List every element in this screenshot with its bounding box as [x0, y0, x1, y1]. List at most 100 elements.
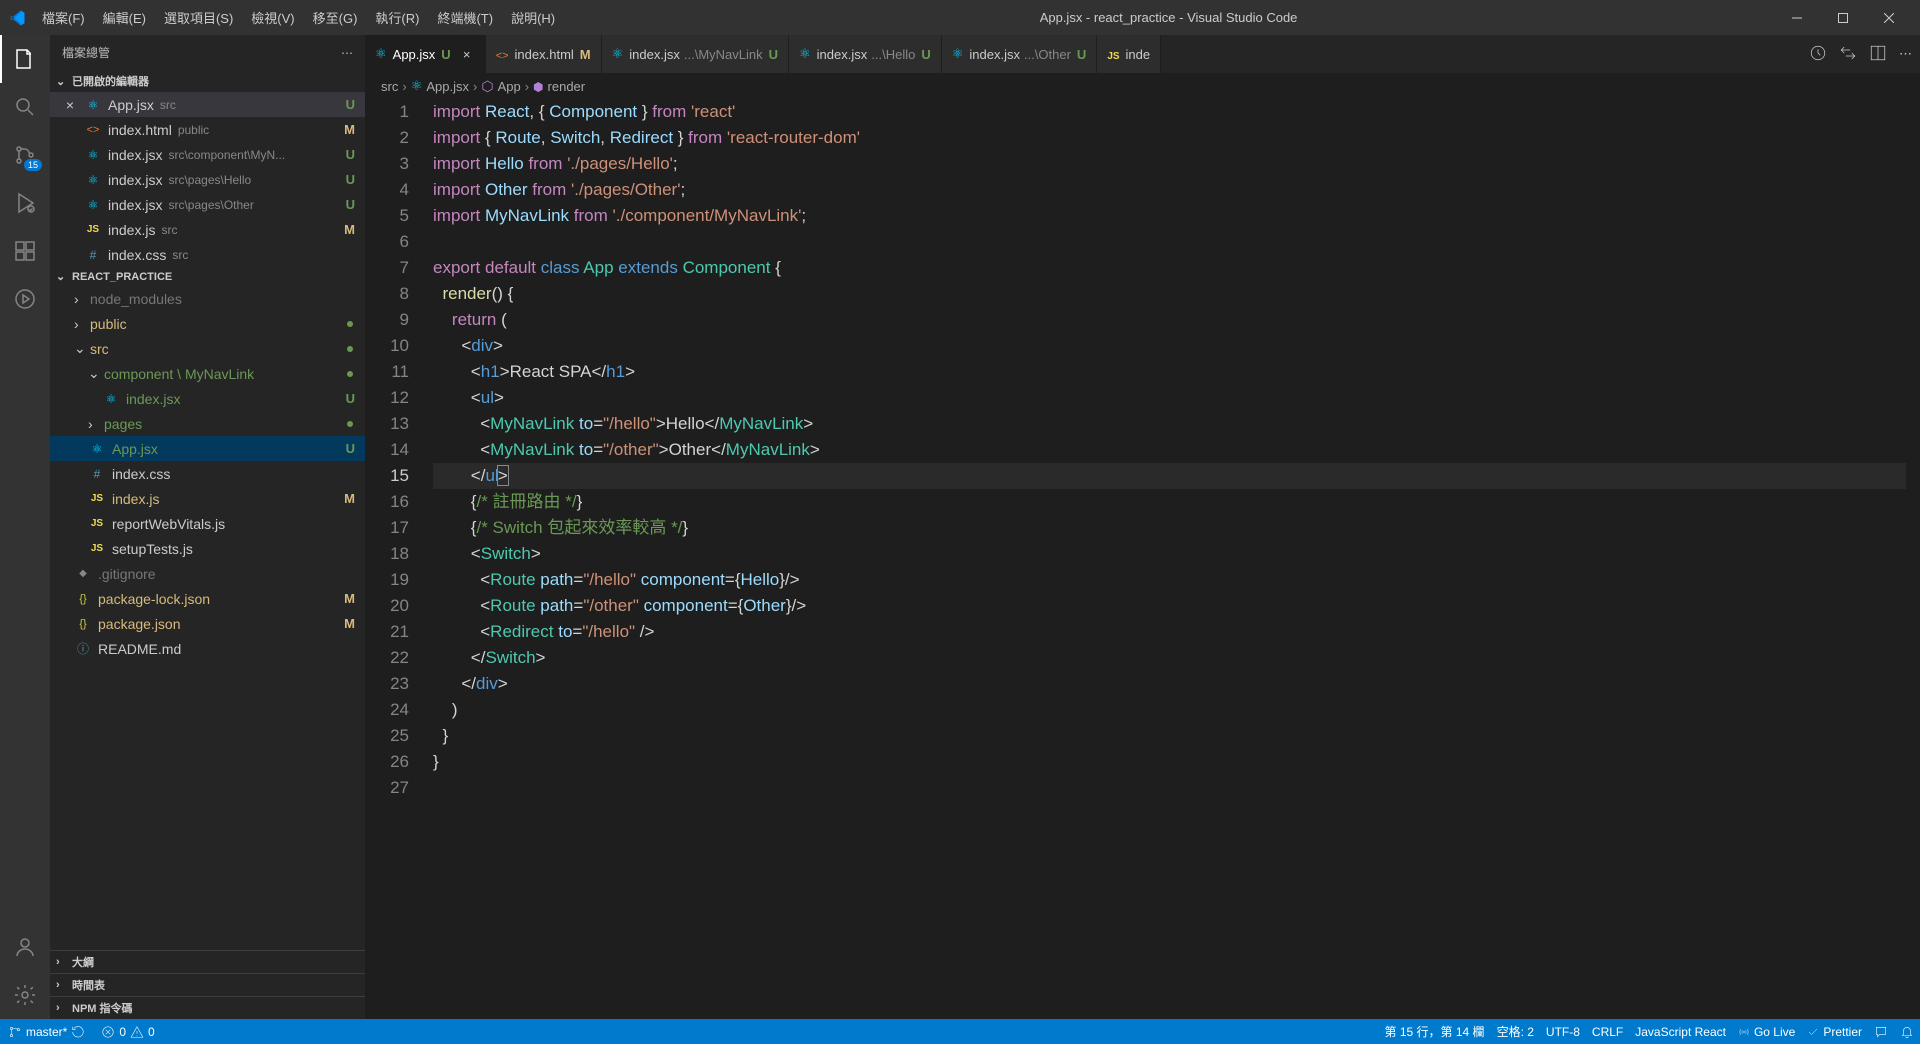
tree-file[interactable]: setupTests.js: [50, 536, 365, 561]
sidebar-section[interactable]: ›大綱: [50, 950, 365, 973]
code-content[interactable]: import React, { Component } from 'react'…: [433, 99, 1920, 1019]
close-icon[interactable]: ×: [62, 97, 78, 113]
minimize-button[interactable]: [1774, 0, 1820, 35]
activity-scm[interactable]: 15: [0, 131, 50, 179]
status-errors[interactable]: 0 0: [93, 1025, 162, 1039]
open-editor-item[interactable]: ×index.htmlpublicM: [50, 117, 365, 142]
activity-liveshare[interactable]: [0, 275, 50, 323]
close-button[interactable]: [1866, 0, 1912, 35]
tree-file[interactable]: App.jsxU: [50, 436, 365, 461]
tree-file[interactable]: index.css: [50, 461, 365, 486]
activity-search[interactable]: [0, 83, 50, 131]
menu-item[interactable]: 檔案(F): [34, 4, 93, 31]
tree-file[interactable]: index.jsM: [50, 486, 365, 511]
activity-explorer[interactable]: [0, 35, 50, 83]
tree-file[interactable]: README.md: [50, 636, 365, 661]
git-dot: [347, 346, 353, 352]
breadcrumb-item[interactable]: ›App: [469, 78, 521, 95]
status-encoding[interactable]: UTF-8: [1540, 1023, 1586, 1040]
file-name: App.jsx: [108, 97, 154, 113]
editor-tab[interactable]: inde: [1097, 35, 1161, 73]
tree-file[interactable]: package-lock.jsonM: [50, 586, 365, 611]
activity-settings[interactable]: [0, 971, 50, 1019]
editor-tab[interactable]: App.jsxU×: [365, 35, 486, 73]
tree-folder[interactable]: ⌄src: [50, 336, 365, 361]
status-position[interactable]: 第 15 行，第 14 欄: [1379, 1023, 1491, 1040]
status-eol[interactable]: CRLF: [1586, 1023, 1629, 1040]
item-name: public: [90, 316, 127, 332]
breadcrumb-item[interactable]: src: [381, 79, 398, 94]
status-feedback[interactable]: [1868, 1023, 1894, 1040]
tree-file[interactable]: .gitignore: [50, 561, 365, 586]
git-badge: U: [346, 147, 355, 162]
compare-icon[interactable]: [1839, 44, 1857, 65]
tab-label: index.jsx: [817, 47, 868, 62]
chevron-right-icon: ›: [56, 979, 68, 991]
tree-file[interactable]: package.jsonM: [50, 611, 365, 636]
editor-tab[interactable]: index.htmlM: [486, 35, 602, 73]
open-editors-section[interactable]: ⌄ 已開啟的編輯器: [50, 70, 365, 92]
menu-item[interactable]: 執行(R): [367, 4, 427, 31]
status-branch[interactable]: master*: [0, 1025, 93, 1039]
open-editor-item[interactable]: ×index.jsxsrc\pages\HelloU: [50, 167, 365, 192]
open-editor-item[interactable]: ×index.jsxsrc\component\MyN...U: [50, 142, 365, 167]
menu-item[interactable]: 編輯(E): [95, 4, 154, 31]
open-editor-item[interactable]: ×index.jssrcM: [50, 217, 365, 242]
menu-item[interactable]: 選取項目(S): [156, 4, 241, 31]
tree-folder[interactable]: ›node_modules: [50, 286, 365, 311]
menu-item[interactable]: 檢視(V): [243, 4, 302, 31]
split-editor-icon[interactable]: [1869, 44, 1887, 65]
open-editor-item[interactable]: ×index.csssrc: [50, 242, 365, 267]
tree-folder[interactable]: ⌄component \ MyNavLink: [50, 361, 365, 386]
activity-account[interactable]: [0, 923, 50, 971]
status-golive[interactable]: Go Live: [1732, 1023, 1801, 1040]
close-icon[interactable]: ×: [459, 47, 475, 62]
open-editor-item[interactable]: ×App.jsxsrcU: [50, 92, 365, 117]
more-actions-icon[interactable]: ⋯: [1899, 46, 1912, 62]
class-symbol-icon: [481, 78, 493, 95]
breadcrumb-item[interactable]: ›App.jsx: [398, 78, 469, 94]
tree-folder[interactable]: ›public: [50, 311, 365, 336]
file-path: src: [160, 98, 176, 112]
code-editor[interactable]: 1234567891011121314151617181920212223242…: [365, 99, 1920, 1019]
css-icon: [88, 467, 106, 481]
tree-file[interactable]: reportWebVitals.js: [50, 511, 365, 536]
project-name: REACT_PRACTICE: [72, 271, 172, 283]
breadcrumb-item[interactable]: ›render: [521, 79, 585, 94]
timeline-icon[interactable]: [1809, 44, 1827, 65]
status-spaces[interactable]: 空格: 2: [1491, 1023, 1540, 1040]
git-badge: U: [346, 441, 355, 456]
breadcrumb-bar[interactable]: src›App.jsx›App›render: [365, 73, 1920, 99]
tabbar: App.jsxU×index.htmlMindex.jsx...\MyNavLi…: [365, 35, 1920, 73]
maximize-button[interactable]: [1820, 0, 1866, 35]
item-name: package-lock.json: [98, 591, 210, 607]
editor-tab[interactable]: index.jsx...\OtherU: [942, 35, 1098, 73]
menu-item[interactable]: 說明(H): [503, 4, 563, 31]
sidebar-section[interactable]: ›NPM 指令碼: [50, 996, 365, 1019]
tree-folder[interactable]: ›pages: [50, 411, 365, 436]
breadcrumb-label: App.jsx: [426, 79, 469, 94]
file-name: index.js: [108, 222, 155, 238]
menu-item[interactable]: 終端機(T): [429, 4, 501, 31]
git-dot: [347, 321, 353, 327]
project-section[interactable]: ⌄ REACT_PRACTICE: [50, 267, 365, 286]
activity-debug[interactable]: [0, 179, 50, 227]
sidebar-section[interactable]: ›時間表: [50, 973, 365, 996]
react-icon: [952, 46, 964, 62]
status-bell[interactable]: [1894, 1023, 1920, 1040]
editor-tab[interactable]: index.jsx...\MyNavLinkU: [602, 35, 789, 73]
react-icon: [84, 98, 102, 112]
activity-extensions[interactable]: [0, 227, 50, 275]
html-icon: [496, 47, 509, 62]
git-badge: U: [346, 172, 355, 187]
editor-tab[interactable]: index.jsx...\HelloU: [789, 35, 942, 73]
file-path: public: [178, 123, 209, 137]
status-prettier[interactable]: Prettier: [1801, 1023, 1868, 1040]
open-editor-item[interactable]: ×index.jsxsrc\pages\OtherU: [50, 192, 365, 217]
tree-file[interactable]: index.jsxU: [50, 386, 365, 411]
menu-item[interactable]: 移至(G): [305, 4, 366, 31]
sidebar-more-icon[interactable]: ⋯: [341, 46, 353, 60]
minimap[interactable]: [1906, 99, 1920, 1019]
status-language[interactable]: JavaScript React: [1629, 1023, 1732, 1040]
item-name: index.js: [112, 491, 159, 507]
